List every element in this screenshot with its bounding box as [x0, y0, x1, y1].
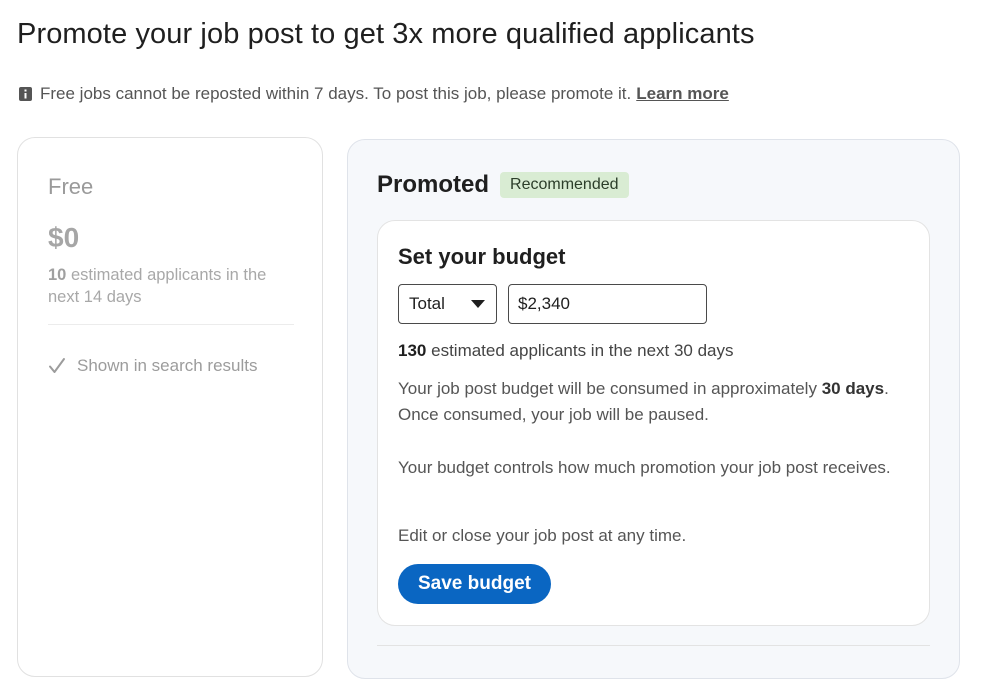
free-feature-item: Shown in search results — [48, 356, 257, 376]
promoted-applicants-text: estimated applicants in the next 30 days — [431, 341, 734, 360]
free-applicants-text: estimated applicants in the next 14 days — [48, 266, 267, 306]
free-plan-price: $0 — [48, 222, 80, 253]
free-applicants-count: 10 — [48, 266, 67, 284]
promoted-header: Promoted Recommended — [377, 171, 629, 199]
budget-consumption-text: Your job post budget will be consumed in… — [398, 376, 898, 428]
free-feature-label: Shown in search results — [77, 356, 258, 375]
check-icon — [48, 357, 66, 375]
budget-type-select[interactable]: Total — [398, 284, 497, 324]
free-applicants-estimate: 10 estimated applicants in the next 14 d… — [48, 264, 288, 308]
promoted-applicants-estimate: 130 estimated applicants in the next 30 … — [398, 341, 734, 361]
promoted-applicants-count: 130 — [398, 341, 427, 360]
learn-more-link[interactable]: Learn more — [636, 84, 729, 104]
promoted-plan-card[interactable]: Promoted Recommended Set your budget Tot… — [347, 139, 960, 679]
save-budget-button[interactable]: Save budget — [398, 564, 551, 604]
notice-text: Free jobs cannot be reposted within 7 da… — [40, 84, 632, 103]
budget-edit-text: Edit or close your job post at any time. — [398, 526, 687, 545]
budget-amount-input[interactable] — [508, 284, 707, 324]
budget-controls-text: Your budget controls how much promotion … — [398, 458, 891, 477]
promoted-plan-title: Promoted — [377, 171, 490, 198]
free-plan-title: Free — [48, 174, 94, 199]
budget-panel: Set your budget Total 130 estimated appl… — [377, 220, 930, 626]
caret-down-icon — [471, 300, 485, 308]
info-icon — [19, 87, 32, 101]
consumption-days: 30 days — [821, 379, 885, 398]
page-title: Promote your job post to get 3x more qua… — [17, 18, 755, 50]
recommended-badge: Recommended — [500, 172, 629, 198]
free-plan-card[interactable]: Free $0 10 estimated applicants in the n… — [17, 137, 323, 677]
divider — [48, 324, 294, 325]
budget-type-value: Total — [409, 294, 445, 313]
repost-notice: Free jobs cannot be reposted within 7 da… — [19, 84, 729, 104]
consumption-prefix: Your job post budget will be consumed in… — [398, 379, 817, 398]
budget-title: Set your budget — [398, 244, 566, 269]
